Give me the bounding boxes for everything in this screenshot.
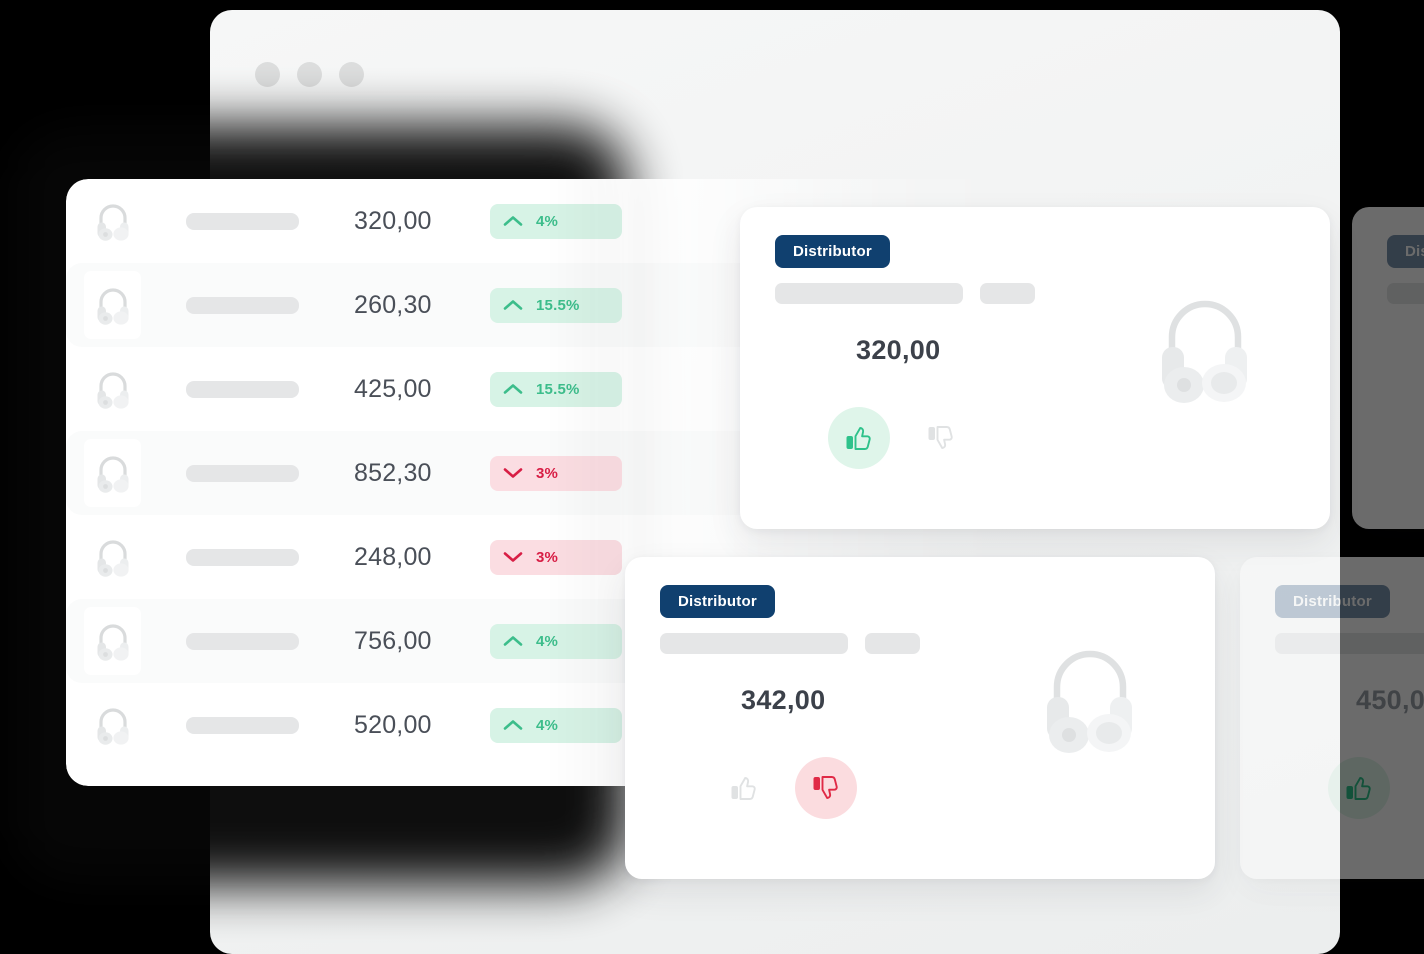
thumbs-up-button[interactable] [828,407,890,469]
card-price: 320,00 [856,335,941,365]
status-badge: 15.5% [490,287,622,323]
trend-value: 4% [536,212,559,230]
status-badge: 4% [490,623,622,659]
trend-value: 4% [536,632,559,650]
chevron-down-icon [490,551,536,563]
row-price: 520,00 [354,710,432,739]
card-price: 450,00 [1356,685,1424,715]
card-price: 342,00 [741,685,826,715]
status-badge: 3% [490,455,622,491]
product-name-skeleton [186,380,299,398]
row-price: 320,00 [354,206,432,235]
maximize-dot[interactable] [339,62,364,87]
headphones-image [84,523,141,591]
headphones-glyph [1047,650,1132,753]
thumbs-up-button[interactable] [713,757,775,819]
chevron-up-icon [490,299,536,311]
headphones-image [84,355,141,423]
chevron-up-icon [490,215,536,227]
minimize-dot[interactable] [297,62,322,87]
thumbs-up-icon [731,777,756,800]
card-meta-skeleton [980,283,1035,304]
thumbs-down-button[interactable] [1410,757,1424,819]
vote-row [1328,757,1424,819]
vote-row [828,407,972,469]
row-price: 425,00 [354,374,432,403]
headphones-glyph [97,540,129,577]
row-price: 260,30 [354,290,432,319]
chevron-up-icon [490,719,536,731]
trend-value: 3% [536,464,559,482]
trend-value: 15.5% [536,380,580,398]
card-title-skeleton [1387,283,1424,304]
card-title-skeleton [775,283,963,304]
card-skeleton-row [660,633,920,654]
thumbs-down-button[interactable] [795,757,857,819]
headphones-image [1035,635,1145,768]
trend-value: 15.5% [536,296,580,314]
row-price: 756,00 [354,626,432,655]
headphones-glyph [1162,300,1247,403]
thumbs-down-icon [813,776,838,799]
thumbs-up-icon [846,427,871,450]
card-title-skeleton [660,633,848,654]
vote-row [713,757,857,819]
product-name-skeleton [186,212,299,230]
headphones-image [1150,285,1260,418]
headphones-image [84,439,141,507]
headphones-image [84,691,141,759]
product-name-skeleton [186,464,299,482]
chevron-up-icon [490,635,536,647]
distributor-badge: Distributor [775,235,890,268]
headphones-image [84,187,141,255]
window-controls [255,62,364,87]
product-card-primary[interactable]: Distributor 320,00 [740,207,1330,529]
headphones-glyph [97,624,129,661]
product-name-skeleton [186,296,299,314]
product-card-ghost-right[interactable]: Distributor 450,00 [1240,557,1424,879]
screenshot-stage: 320,00 4% 260,30 15.5% 425,00 15.5% 852,… [0,0,1424,954]
trend-value: 4% [536,716,559,734]
headphones-glyph [97,708,129,745]
thumbs-down-button[interactable] [910,407,972,469]
distributor-badge: Distributor [1275,585,1390,618]
product-card-ghost-top[interactable]: Distributor [1352,207,1424,529]
headphones-glyph [97,372,129,409]
headphones-glyph [97,288,129,325]
distributor-badge: Distributor [1387,235,1424,268]
thumbs-down-icon [928,426,953,449]
headphones-image [84,271,141,339]
row-price: 248,00 [354,542,432,571]
card-skeleton-row [1387,283,1424,304]
card-skeleton-row [775,283,1035,304]
status-badge: 4% [490,203,622,239]
headphones-glyph [97,456,129,493]
product-name-skeleton [186,716,299,734]
row-price: 852,30 [354,458,432,487]
product-name-skeleton [186,632,299,650]
product-card-secondary[interactable]: Distributor 342,00 [625,557,1215,879]
status-badge: 4% [490,707,622,743]
headphones-image [84,607,141,675]
trend-value: 3% [536,548,559,566]
headphones-glyph [97,204,129,241]
close-dot[interactable] [255,62,280,87]
distributor-badge: Distributor [660,585,775,618]
product-name-skeleton [186,548,299,566]
status-badge: 15.5% [490,371,622,407]
thumbs-up-button[interactable] [1328,757,1390,819]
thumbs-up-icon [1346,777,1371,800]
card-skeleton-row [1275,633,1424,654]
card-meta-skeleton [865,633,920,654]
status-badge: 3% [490,539,622,575]
chevron-down-icon [490,467,536,479]
card-title-skeleton [1275,633,1424,654]
chevron-up-icon [490,383,536,395]
